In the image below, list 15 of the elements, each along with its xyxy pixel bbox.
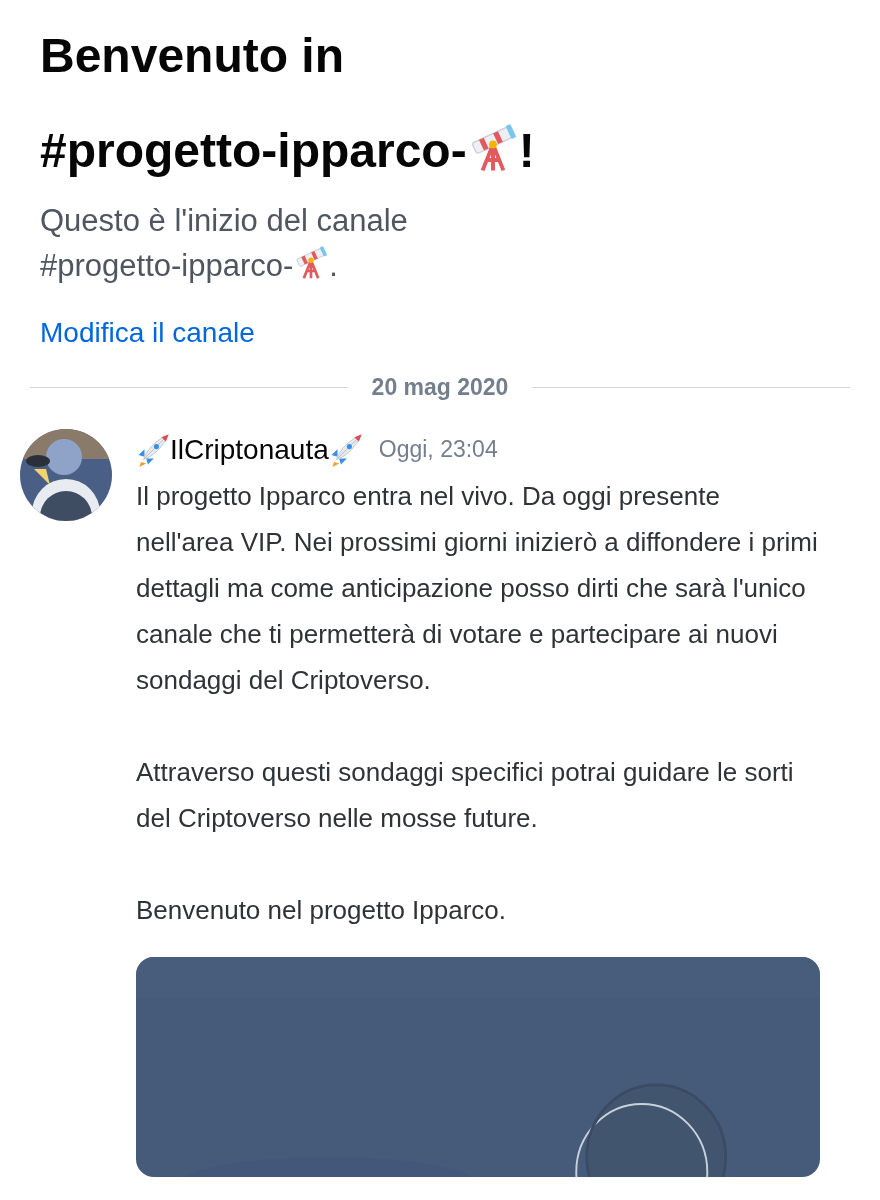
message-text: Il progetto Ipparco entra nel vivo. Da oggi presente nell'area VIP. Nei prossimi giorni inizierò a diffondere i primi dettagli ma come anticipazione posso dirti che sarà l'unico canale che ti permetterà di votare e partecipare ai nuovi sondaggi del Criptoverso.	[136, 479, 819, 697]
channel-description: Questo è l'inizio del canale	[40, 202, 408, 240]
channel-description: #progetto-ipparco-	[40, 248, 294, 283]
date-divider: 20 mag 2020	[371, 373, 509, 402]
author-name[interactable]: IlCriptonauta	[170, 428, 329, 471]
rocket-icon	[136, 432, 170, 467]
channel-title: Benvenuto in	[40, 28, 344, 84]
channel-title: #progetto-ipparco-	[40, 124, 467, 177]
message-text: Benvenuto nel progetto Ipparco.	[136, 893, 508, 927]
message-timestamp: Oggi, 23:04	[378, 435, 498, 465]
message-text: Attraverso questi sondaggi specifici potrai guidare le sorti del Criptoverso nelle mosse future.	[136, 755, 795, 835]
channel-description: .	[329, 248, 338, 283]
channel-title: !	[518, 124, 535, 177]
telescope-icon	[293, 243, 330, 280]
edit-channel-link[interactable]: Modifica il canale	[40, 317, 255, 348]
